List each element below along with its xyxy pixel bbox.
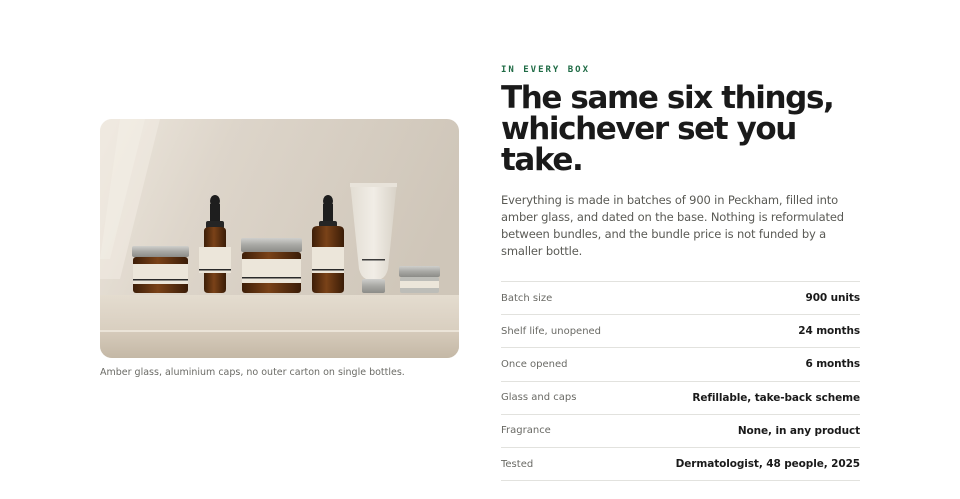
spec-value: 6 months bbox=[805, 358, 860, 371]
section-body: Everything is made in batches of 900 in … bbox=[501, 193, 844, 258]
spec-value: Refillable, take-back scheme bbox=[692, 391, 860, 404]
spec-label: Fragrance bbox=[501, 425, 551, 437]
image-caption: Amber glass, aluminium caps, no outer ca… bbox=[100, 367, 405, 378]
product-photo-illustration bbox=[100, 119, 459, 358]
spec-value: 900 units bbox=[805, 292, 861, 305]
aluminium-tin bbox=[399, 266, 440, 293]
section-headline: The same six things, whichever set you t… bbox=[501, 83, 860, 176]
spec-row: Tested Dermatologist, 48 people, 2025 bbox=[501, 448, 860, 482]
spec-table: Batch size 900 units Shelf life, unopene… bbox=[501, 281, 861, 482]
spec-label: Shelf life, unopened bbox=[501, 325, 602, 337]
spec-label: Glass and caps bbox=[501, 392, 577, 404]
spec-label: Batch size bbox=[501, 292, 553, 304]
spec-value: 24 months bbox=[798, 325, 860, 338]
specs-section: IN EVERY BOX The same six things, whiche… bbox=[501, 64, 861, 482]
spec-label: Once opened bbox=[501, 358, 568, 370]
product-photo bbox=[100, 119, 459, 358]
spec-value: None, in any product bbox=[737, 424, 860, 437]
spec-value: Dermatologist, 48 people, 2025 bbox=[675, 458, 860, 471]
spec-label: Tested bbox=[501, 458, 534, 470]
spec-row: Fragrance None, in any product bbox=[501, 415, 860, 448]
spec-row: Once opened 6 months bbox=[501, 348, 860, 382]
amber-jar-large bbox=[132, 246, 189, 293]
headline-line-2: whichever set you take. bbox=[501, 111, 797, 178]
section-eyebrow: IN EVERY BOX bbox=[501, 65, 591, 75]
amber-jar-medium bbox=[241, 238, 302, 293]
spec-row: Batch size 900 units bbox=[501, 282, 861, 316]
spec-row: Glass and caps Refillable, take-back sch… bbox=[501, 382, 860, 415]
spec-row: Shelf life, unopened 24 months bbox=[501, 315, 860, 349]
